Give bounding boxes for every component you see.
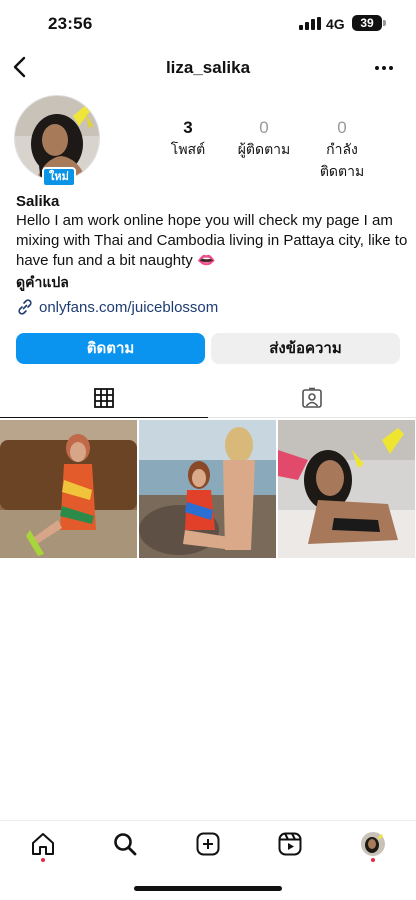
bio-text: Hello I am work online hope you will che… (16, 212, 408, 269)
reels-icon[interactable] (277, 831, 303, 857)
see-translation-link[interactable]: ดูคำแปล (16, 272, 408, 294)
posts-stat[interactable]: 3 โพสต์ (163, 118, 213, 161)
following-stat[interactable]: 0 กำลังติดตาม (305, 118, 379, 183)
followers-count: 0 (259, 118, 269, 137)
post-thumbnail-1[interactable] (0, 420, 137, 558)
profile-link[interactable]: onlyfans.com/juiceblossom (16, 297, 218, 317)
follow-button[interactable]: ติดตาม (16, 333, 205, 364)
avatar-icon[interactable] (360, 831, 386, 857)
battery-icon: 39 (352, 15, 382, 31)
battery-tip (383, 20, 386, 26)
status-bar: 23:56 4G 39 (0, 0, 416, 50)
more-horizontal-icon[interactable] (372, 58, 396, 78)
following-label: กำลังติดตาม (319, 141, 365, 179)
following-count: 0 (337, 118, 347, 137)
profile-avatar[interactable]: ใหม่ (14, 95, 100, 187)
profile-bio: Salika Hello I am work online hope you w… (16, 192, 408, 294)
profile-notification-dot (371, 858, 375, 862)
new-badge: ใหม่ (42, 167, 76, 187)
posts-label: โพสต์ (170, 141, 206, 157)
home-indicator (134, 886, 282, 891)
top-nav: liza_salika (0, 50, 416, 88)
profile-tabs (0, 380, 416, 418)
status-time: 23:56 (48, 14, 93, 33)
posts-grid (0, 420, 416, 558)
grid-icon (94, 388, 114, 408)
signal-icon (299, 17, 321, 30)
followers-label: ผู้ติดตาม (237, 141, 291, 157)
post-thumbnail-2[interactable] (139, 420, 276, 558)
profile-name: Salika (16, 193, 60, 210)
link-text: onlyfans.com/juiceblossom (39, 298, 219, 316)
message-button[interactable]: ส่งข้อความ (211, 333, 400, 364)
post-thumbnail-3[interactable] (278, 420, 415, 558)
link-icon (18, 299, 32, 315)
tab-grid[interactable] (0, 380, 208, 418)
tagged-person-icon (302, 387, 322, 408)
plus-square-icon[interactable] (195, 831, 221, 857)
search-icon[interactable] (112, 831, 138, 857)
profile-username: liza_salika (165, 58, 251, 77)
followers-stat[interactable]: 0 ผู้ติดตาม (232, 118, 296, 161)
network-label: 4G (326, 16, 345, 32)
tab-tagged[interactable] (208, 380, 416, 418)
posts-count: 3 (183, 118, 193, 137)
home-notification-dot (41, 858, 45, 862)
home-icon[interactable] (30, 831, 56, 857)
bottom-nav (0, 820, 416, 872)
